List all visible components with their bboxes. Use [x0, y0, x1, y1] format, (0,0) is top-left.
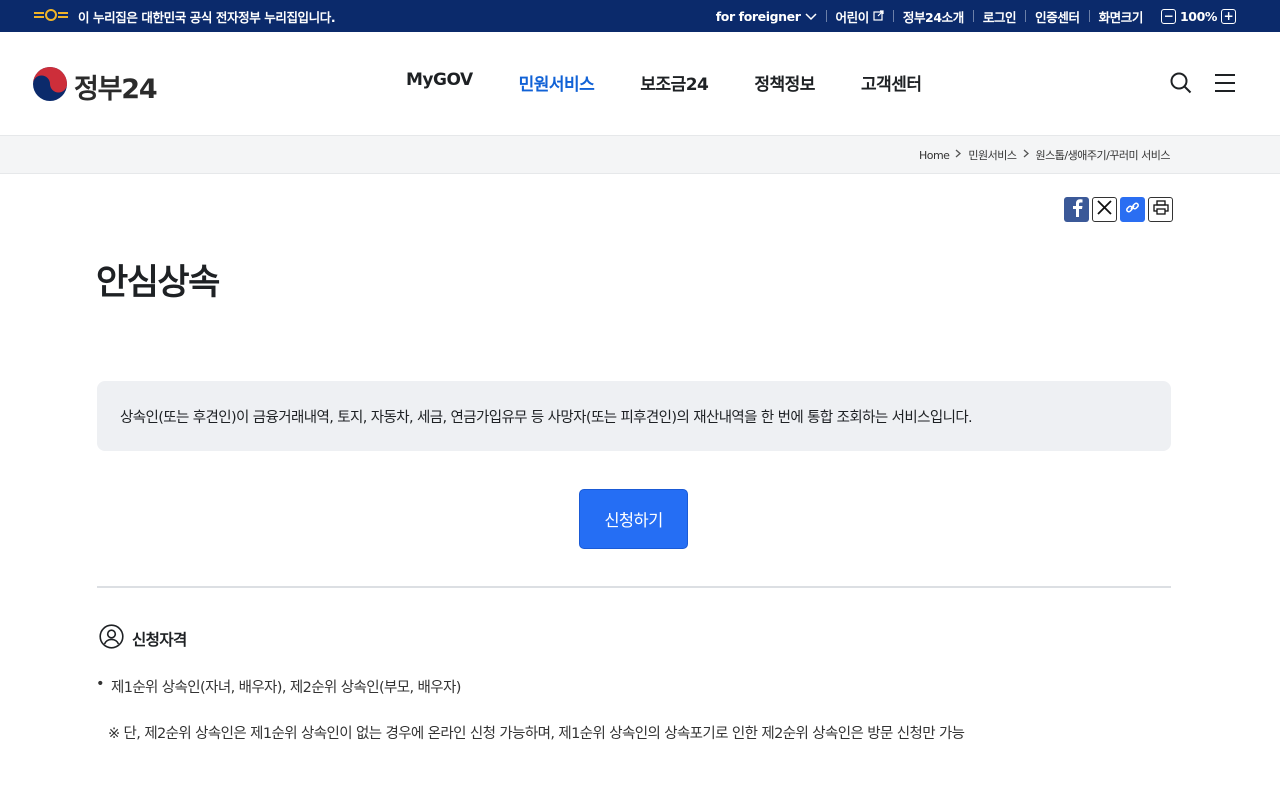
eligibility-item: • 제1순위 상속인(자녀, 배우자), 제2순위 상속인(부모, 배우자): [96, 676, 461, 697]
breadcrumb-onestop[interactable]: 원스톱/생애주기/꾸러미 서비스: [1036, 147, 1171, 163]
eligibility-note: ※ 단, 제2순위 상속인은 제1순위 상속인이 없는 경우에 온라인 신청 가…: [108, 726, 965, 742]
gov-official-banner: 이 누리집은 대한민국 공식 전자정부 누리집입니다. for foreigne…: [0, 0, 1280, 32]
nav-civil-services[interactable]: 민원서비스: [496, 70, 618, 95]
main-navigation: MyGOV 민원서비스 보조금24 정책정보 고객센터: [383, 70, 945, 95]
kids-label: 어린이: [835, 9, 870, 25]
facebook-icon: [1070, 198, 1084, 221]
service-description: 상속인(또는 후견인)이 금융거래내역, 토지, 자동차, 세금, 연금가입유무…: [97, 381, 1171, 451]
nav-customer-center[interactable]: 고객센터: [838, 70, 945, 95]
facebook-share-button[interactable]: [1064, 197, 1089, 222]
breadcrumb-home[interactable]: Home: [919, 149, 950, 162]
eligibility-item-text: 제1순위 상속인(자녀, 배우자), 제2순위 상속인(부모, 배우자): [110, 680, 461, 696]
nav-subsidy24[interactable]: 보조금24: [617, 70, 731, 95]
section-divider: [97, 586, 1171, 588]
print-button[interactable]: [1148, 197, 1173, 222]
zoom-out-button[interactable]: −: [1160, 8, 1176, 24]
for-foreigner-link[interactable]: for foreigner: [707, 9, 826, 24]
chevron-down-icon: [805, 9, 817, 24]
chevron-right-icon: [955, 149, 962, 161]
zoom-in-button[interactable]: +: [1221, 8, 1236, 24]
login-link[interactable]: 로그인: [974, 7, 1025, 26]
gov-emblem-icon: [32, 7, 70, 26]
breadcrumb-civil-services[interactable]: 민원서비스: [968, 147, 1017, 163]
search-icon[interactable]: [1170, 72, 1192, 98]
x-logo-icon: [1097, 200, 1112, 219]
external-link-icon: [873, 9, 884, 24]
for-foreigner-label: for foreigner: [715, 8, 801, 24]
copy-link-button[interactable]: [1120, 197, 1145, 222]
screen-size-label: 화면크기: [1098, 9, 1144, 25]
printer-icon: [1152, 200, 1169, 219]
page-title: 안심상속: [96, 263, 220, 303]
header-actions: [1170, 72, 1236, 98]
apply-button[interactable]: 신청하기: [579, 489, 688, 549]
bullet-mark: •: [96, 676, 105, 692]
share-buttons: [1064, 197, 1173, 222]
gov-banner-text: 이 누리집은 대한민국 공식 전자정부 누리집입니다.: [78, 9, 336, 25]
logo-wordmark: 정부24: [74, 73, 158, 105]
breadcrumb: Home 민원서비스 원스톱/생애주기/꾸러미 서비스: [919, 136, 1171, 174]
taegeuk-icon: [32, 66, 68, 106]
link-icon: [1125, 200, 1140, 219]
gov24-logo[interactable]: 정부24: [32, 66, 158, 106]
auth-center-link[interactable]: 인증센터: [1026, 7, 1088, 26]
utility-links: for foreigner 어린이 정부24소개 로그인 인증센터 화면크기 −…: [707, 0, 1236, 32]
zoom-level: 100%: [1179, 8, 1217, 24]
menu-hamburger-icon[interactable]: [1214, 73, 1236, 97]
x-share-button[interactable]: [1092, 197, 1117, 222]
user-circle-icon: [99, 624, 124, 653]
kids-link[interactable]: 어린이: [827, 7, 893, 26]
eligibility-heading-label: 신청자격: [132, 630, 187, 649]
chevron-right-icon: [1023, 149, 1030, 161]
nav-policy-info[interactable]: 정책정보: [731, 70, 838, 95]
description-text: 상속인(또는 후견인)이 금융거래내역, 토지, 자동차, 세금, 연금가입유무…: [120, 409, 973, 426]
eligibility-heading: 신청자격: [99, 624, 187, 653]
about-gov24-link[interactable]: 정부24소개: [894, 7, 973, 26]
breadcrumb-bar: Home 민원서비스 원스톱/생애주기/꾸러미 서비스: [0, 136, 1280, 174]
zoom-control: − 100% +: [1152, 8, 1236, 24]
gov-banner-left: 이 누리집은 대한민국 공식 전자정부 누리집입니다.: [32, 0, 336, 32]
site-header: 정부24 MyGOV 민원서비스 보조금24 정책정보 고객센터: [0, 32, 1280, 136]
nav-mygov[interactable]: MyGOV: [383, 70, 496, 95]
